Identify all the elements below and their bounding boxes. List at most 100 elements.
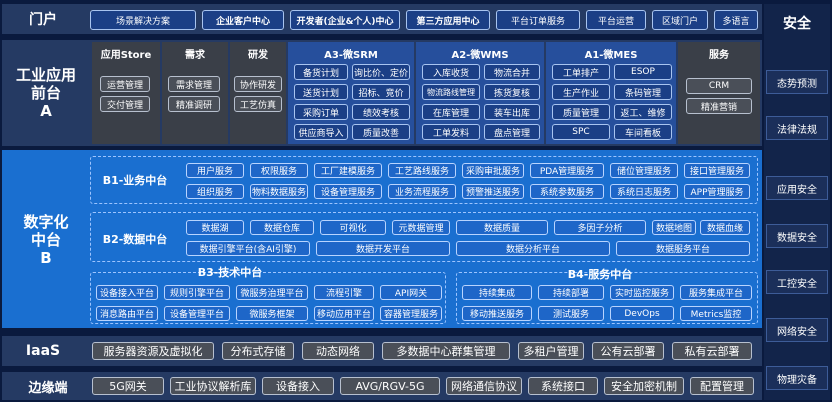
security-item[interactable]: 应用安全 (766, 176, 828, 200)
srm-item[interactable]: 询比价、定价 (352, 64, 410, 80)
b2-item[interactable]: 数据引擎平台(含AI引擎) (186, 241, 310, 256)
edge-item[interactable]: 网络通信协议 (446, 377, 522, 395)
portal-item[interactable]: 开发者(企业&个人)中心 (290, 10, 400, 30)
mes-item[interactable]: SPC (552, 124, 610, 140)
b1-item[interactable]: 工艺路线服务 (388, 163, 456, 178)
mes-item[interactable]: 质量管理 (552, 104, 610, 120)
b3-item[interactable]: API网关 (380, 285, 442, 300)
security-item[interactable]: 工控安全 (766, 270, 828, 294)
iaas-item[interactable]: 私有云部署 (672, 342, 752, 360)
wms-item[interactable]: 物流路线管理 (422, 84, 480, 100)
b3-item[interactable]: 移动应用平台 (314, 306, 374, 321)
b1-item[interactable]: 组织服务 (186, 184, 244, 199)
b4-item[interactable]: DevOps (610, 306, 674, 321)
b3-item[interactable]: 容器管理服务 (380, 306, 442, 321)
b3-item[interactable]: 设备接入平台 (96, 285, 158, 300)
b4-item[interactable]: Metrics监控 (680, 306, 752, 321)
b4-item[interactable]: 测试服务 (538, 306, 604, 321)
b4-item[interactable]: 持续部署 (538, 285, 604, 300)
b2-item[interactable]: 元数据管理 (392, 220, 450, 235)
b2-item[interactable]: 数据湖 (186, 220, 244, 235)
iaas-item[interactable]: 公有云部署 (592, 342, 664, 360)
srm-item[interactable]: 供应商导入 (294, 124, 348, 140)
b1-item[interactable]: 设备管理服务 (314, 184, 382, 199)
iaas-item[interactable]: 分布式存储 (222, 342, 294, 360)
b1-item[interactable]: 储位管理服务 (610, 163, 678, 178)
mes-item[interactable]: 车间看板 (614, 124, 672, 140)
b2-item[interactable]: 数据服务平台 (616, 241, 750, 256)
b2-item[interactable]: 数据仓库 (250, 220, 314, 235)
security-item[interactable]: 数据安全 (766, 224, 828, 248)
b1-item[interactable]: 工厂建模服务 (314, 163, 382, 178)
portal-item[interactable]: 区域门户 (652, 10, 708, 30)
mes-item[interactable]: 生产作业 (552, 84, 610, 100)
b1-item[interactable]: 业务流程服务 (388, 184, 456, 199)
mes-item[interactable]: ESOP (614, 64, 672, 80)
b1-item[interactable]: 物料数据服务 (250, 184, 308, 199)
wms-item[interactable]: 盘点管理 (484, 124, 540, 140)
b1-item[interactable]: APP管理服务 (684, 184, 750, 199)
wms-item[interactable]: 拣货复核 (484, 84, 540, 100)
srm-item[interactable]: 备货计划 (294, 64, 348, 80)
portal-item[interactable]: 第三方应用中心 (406, 10, 490, 30)
wms-item[interactable]: 在库管理 (422, 104, 480, 120)
edge-item[interactable]: 5G网关 (92, 377, 164, 395)
wms-item[interactable]: 工单发料 (422, 124, 480, 140)
iaas-item[interactable]: 多租户管理 (518, 342, 584, 360)
edge-item[interactable]: 安全加密机制 (604, 377, 684, 395)
iaas-item[interactable]: 多数据中心群集管理 (382, 342, 510, 360)
srm-item[interactable]: 绩效考核 (352, 104, 410, 120)
service-item[interactable]: CRM (686, 78, 752, 94)
b2-item[interactable]: 数据开发平台 (316, 241, 450, 256)
b2-item[interactable]: 数据分析平台 (456, 241, 610, 256)
b3-item[interactable]: 微服务框架 (236, 306, 308, 321)
b4-item[interactable]: 持续集成 (462, 285, 532, 300)
rd-item[interactable]: 工艺仿真 (234, 96, 282, 112)
mes-item[interactable]: 返工、维修 (614, 104, 672, 120)
b2-item[interactable]: 可视化 (320, 220, 386, 235)
b1-item[interactable]: 采购审批服务 (462, 163, 524, 178)
b2-item[interactable]: 多因子分析 (554, 220, 646, 235)
iaas-item[interactable]: 动态网络 (302, 342, 374, 360)
rd-item[interactable]: 协作研发 (234, 76, 282, 92)
srm-item[interactable]: 送货计划 (294, 84, 348, 100)
edge-item[interactable]: 工业协议解析库 (170, 377, 256, 395)
edge-item[interactable]: AVG/RGV-5G (340, 377, 440, 395)
portal-item[interactable]: 企业客户中心 (202, 10, 284, 30)
security-item[interactable]: 法律法规 (766, 116, 828, 140)
srm-item[interactable]: 招标、竞价 (352, 84, 410, 100)
srm-item[interactable]: 质量改善 (352, 124, 410, 140)
b1-item[interactable]: 预警推送服务 (462, 184, 524, 199)
b2-item[interactable]: 数据质量 (456, 220, 548, 235)
security-item[interactable]: 网络安全 (766, 318, 828, 342)
demand-item[interactable]: 需求管理 (168, 76, 220, 92)
b1-item[interactable]: 系统参数服务 (530, 184, 604, 199)
b2-item[interactable]: 数据血缘 (700, 220, 750, 235)
mes-item[interactable]: 条码管理 (614, 84, 672, 100)
b1-item[interactable]: 接口管理服务 (684, 163, 750, 178)
portal-item[interactable]: 多语言 (714, 10, 758, 30)
wms-item[interactable]: 入库收货 (422, 64, 480, 80)
edge-item[interactable]: 配置管理 (690, 377, 754, 395)
store-item[interactable]: 交付管理 (100, 96, 150, 112)
b4-item[interactable]: 移动推送服务 (462, 306, 532, 321)
edge-item[interactable]: 设备接入 (262, 377, 334, 395)
b4-item[interactable]: 实时监控服务 (610, 285, 674, 300)
b1-item[interactable]: PDA管理服务 (530, 163, 604, 178)
b1-item[interactable]: 权限服务 (250, 163, 308, 178)
b3-item[interactable]: 消息路由平台 (96, 306, 158, 321)
b3-item[interactable]: 规则引擎平台 (164, 285, 230, 300)
portal-item[interactable]: 平台订单服务 (496, 10, 580, 30)
b1-item[interactable]: 系统日志服务 (610, 184, 678, 199)
srm-item[interactable]: 采购订单 (294, 104, 348, 120)
portal-item[interactable]: 场景解决方案 (90, 10, 196, 30)
portal-item[interactable]: 平台运营 (586, 10, 646, 30)
wms-item[interactable]: 物流合并 (484, 64, 540, 80)
wms-item[interactable]: 装车出库 (484, 104, 540, 120)
mes-item[interactable]: 工单排产 (552, 64, 610, 80)
security-item[interactable]: 态势预测 (766, 70, 828, 94)
edge-item[interactable]: 系统接口 (528, 377, 598, 395)
security-item[interactable]: 物理灾备 (766, 366, 828, 390)
b3-item[interactable]: 微服务治理平台 (236, 285, 308, 300)
b4-item[interactable]: 服务集成平台 (680, 285, 752, 300)
